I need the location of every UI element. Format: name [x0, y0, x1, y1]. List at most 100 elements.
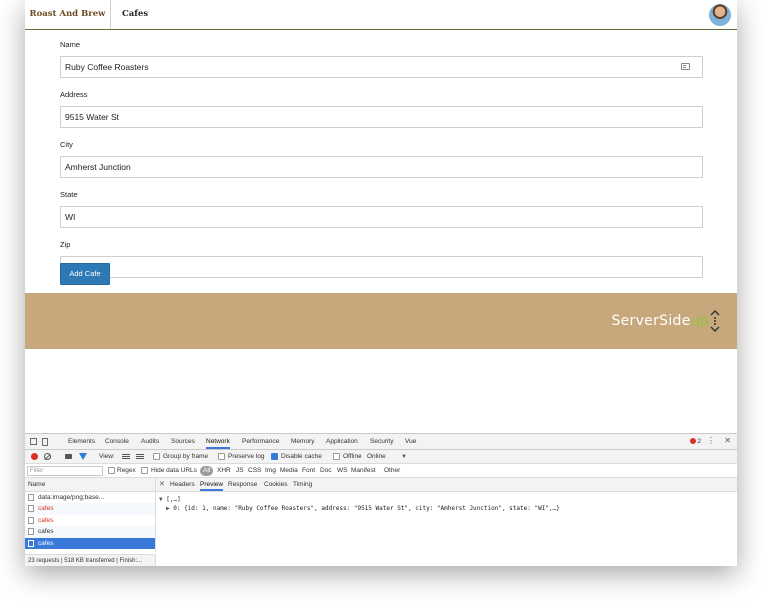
more-options-icon[interactable]: ⋮ — [707, 436, 715, 445]
request-name: cafes — [38, 516, 54, 524]
request-list: data:image/png;base... cafes cafes cafes… — [25, 492, 156, 552]
address-input-value: 9515 Water St — [65, 112, 120, 122]
regex-label: Regex — [117, 467, 136, 474]
request-row[interactable]: cafes — [25, 503, 155, 515]
preview-root-text: [,…] — [166, 496, 181, 503]
browser-window: Roast And Brew Cafes Name Ruby Coffee Ro… — [25, 0, 737, 566]
preserve-log-checkbox[interactable] — [218, 453, 225, 460]
brand-logo[interactable]: Roast And Brew — [25, 0, 111, 29]
request-summary: 23 requests | 518 KB transferred | Finis… — [25, 554, 156, 566]
serversideup-mark-icon — [710, 310, 720, 332]
request-row[interactable]: cafes — [25, 515, 155, 526]
nav-cafes-link[interactable]: Cafes — [122, 0, 148, 29]
tab-console[interactable]: Console — [105, 434, 129, 449]
tab-sources[interactable]: Sources — [171, 434, 195, 449]
preview-root-line[interactable]: ▼ [,…] — [159, 496, 181, 503]
file-icon — [28, 516, 34, 524]
name-input-value: Ruby Coffee Roasters — [65, 62, 149, 72]
chevron-down-icon[interactable]: ▼ — [401, 450, 407, 464]
type-filter-other[interactable]: Other — [381, 466, 403, 476]
request-row-selected[interactable]: cafes — [25, 537, 155, 549]
zip-input[interactable]: 54407 — [60, 256, 703, 278]
state-input[interactable]: WI — [60, 206, 703, 228]
state-input-value: WI — [65, 212, 76, 222]
regex-checkbox[interactable] — [108, 467, 115, 474]
type-filter-manifest[interactable]: Manifest — [348, 466, 379, 476]
serversideup-logo[interactable]: ServerSideup — [611, 313, 709, 329]
filter-bar: Filter Regex Hide data URLs All XHR JS C… — [25, 464, 737, 478]
tab-security[interactable]: Security — [370, 434, 393, 449]
close-detail-icon[interactable]: ✕ — [159, 478, 165, 492]
preview-item-line[interactable]: ▶ 0: {id: 1, name: "Ruby Coffee Roasters… — [166, 505, 560, 512]
address-label: Address — [60, 90, 88, 99]
tab-elements[interactable]: Elements — [68, 434, 95, 449]
error-count: 2 — [697, 438, 701, 445]
city-input-value: Amherst Junction — [65, 162, 131, 172]
city-label: City — [60, 140, 73, 149]
tab-vue[interactable]: Vue — [405, 434, 416, 449]
filter-input[interactable]: Filter — [27, 466, 103, 476]
request-name: cafes — [38, 505, 54, 513]
devtools-panel: Elements Console Audits Sources Network … — [25, 433, 737, 566]
request-name: cafes — [38, 528, 54, 536]
app-header: Roast And Brew Cafes — [25, 0, 737, 30]
tab-audits[interactable]: Audits — [141, 434, 159, 449]
hide-data-urls-checkbox[interactable] — [141, 467, 148, 474]
view-label: View: — [99, 453, 115, 460]
zip-label: Zip — [60, 240, 71, 249]
logo-main-text: ServerSide — [611, 313, 691, 329]
disable-cache-checkbox[interactable] — [271, 453, 278, 460]
capture-screenshots-icon[interactable] — [65, 454, 72, 459]
offline-label: Offline — [343, 453, 362, 460]
close-devtools-icon[interactable]: ✕ — [724, 436, 731, 445]
add-cafe-button[interactable]: Add Cafe — [60, 263, 110, 285]
overview-icon[interactable] — [136, 454, 144, 459]
disable-cache-label: Disable cache — [281, 453, 322, 460]
name-input[interactable]: Ruby Coffee Roasters — [60, 56, 703, 78]
clear-icon[interactable] — [44, 453, 51, 460]
autofill-card-icon[interactable] — [681, 63, 690, 70]
error-count-badge[interactable]: 2 — [690, 438, 701, 446]
tab-memory[interactable]: Memory — [291, 434, 314, 449]
city-input[interactable]: Amherst Junction — [60, 156, 703, 178]
tab-timing[interactable]: Timing — [293, 478, 312, 491]
device-toolbar-icon[interactable] — [42, 438, 48, 446]
network-toolbar: View: Group by frame Preserve log Disabl… — [25, 450, 737, 464]
add-cafe-form: Name Ruby Coffee Roasters Address 9515 W… — [60, 40, 703, 290]
user-avatar[interactable] — [709, 4, 731, 26]
tab-network[interactable]: Network — [206, 434, 230, 449]
error-icon — [690, 438, 697, 444]
request-name: cafes — [38, 539, 54, 547]
type-filter-font[interactable]: Font — [299, 466, 318, 476]
type-filter-doc[interactable]: Doc — [317, 466, 335, 476]
type-filter-all[interactable]: All — [200, 466, 214, 476]
footer-band: ServerSideup — [25, 293, 737, 349]
filter-funnel-icon[interactable] — [79, 453, 87, 460]
request-row[interactable]: data:image/png;base... — [25, 492, 155, 503]
preserve-log-label: Preserve log — [228, 453, 265, 460]
throttle-select[interactable]: Online — [367, 450, 386, 464]
request-row[interactable]: cafes — [25, 526, 155, 538]
preview-item-text: 0: {id: 1, name: "Ruby Coffee Roasters",… — [173, 505, 560, 512]
inspect-element-icon[interactable] — [30, 438, 37, 445]
tab-performance[interactable]: Performance — [242, 434, 279, 449]
group-by-frame-checkbox[interactable] — [153, 453, 160, 460]
file-icon — [28, 494, 34, 501]
type-filter-xhr[interactable]: XHR — [214, 466, 234, 476]
group-by-frame-label: Group by frame — [163, 453, 209, 460]
address-input[interactable]: 9515 Water St — [60, 106, 703, 128]
name-column-header[interactable]: Name — [25, 478, 156, 492]
record-icon[interactable] — [31, 453, 38, 460]
tab-cookies[interactable]: Cookies — [264, 478, 287, 491]
tab-application[interactable]: Application — [326, 434, 358, 449]
file-icon — [28, 528, 34, 536]
hide-data-urls-label: Hide data URLs — [151, 467, 197, 474]
tab-preview[interactable]: Preview — [200, 478, 224, 491]
type-filter-media[interactable]: Media — [277, 466, 301, 476]
tab-response[interactable]: Response — [228, 478, 257, 491]
file-icon — [28, 505, 34, 513]
large-rows-icon[interactable] — [122, 454, 130, 459]
tab-headers[interactable]: Headers — [170, 478, 195, 491]
offline-checkbox[interactable] — [333, 453, 340, 460]
response-preview: ▼ [,…] ▶ 0: {id: 1, name: "Ruby Coffee R… — [156, 492, 737, 566]
